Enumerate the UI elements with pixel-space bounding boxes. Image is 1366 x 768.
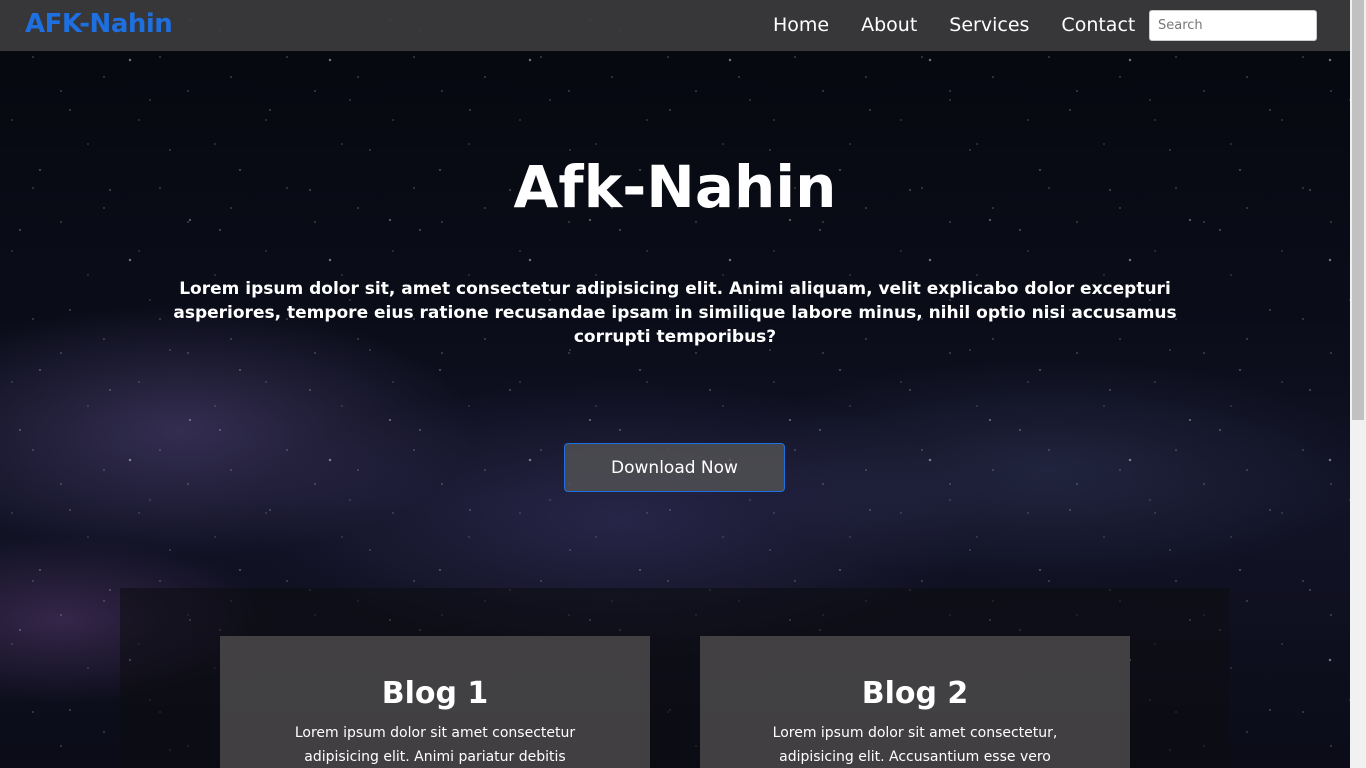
download-now-button[interactable]: Download Now bbox=[564, 443, 785, 492]
blog-card-2[interactable]: Blog 2 Lorem ipsum dolor sit amet consec… bbox=[700, 636, 1130, 768]
blog-title: Blog 2 bbox=[861, 676, 969, 711]
hero-description: Lorem ipsum dolor sit, amet consectetur … bbox=[173, 279, 1177, 347]
vertical-scrollbar[interactable] bbox=[1350, 0, 1366, 768]
nav-link-contact[interactable]: Contact bbox=[1061, 14, 1135, 36]
brand-logo[interactable]: AFK-Nahin bbox=[25, 9, 173, 39]
nav-link-home[interactable]: Home bbox=[773, 14, 829, 36]
scrollbar-thumb[interactable] bbox=[1352, 0, 1364, 420]
blog-card-1[interactable]: Blog 1 Lorem ipsum dolor sit amet consec… bbox=[220, 636, 650, 768]
navbar: AFK-Nahin Home About Services Contact bbox=[0, 0, 1350, 51]
blog-excerpt: Lorem ipsum dolor sit amet consectetur, … bbox=[772, 725, 1058, 765]
blog-title: Blog 1 bbox=[381, 676, 489, 711]
nav-link-services[interactable]: Services bbox=[949, 14, 1029, 36]
hero-title: Afk-Nahin bbox=[513, 153, 837, 221]
blog-excerpt: Lorem ipsum dolor sit amet consectetur a… bbox=[294, 725, 576, 765]
nav-link-about[interactable]: About bbox=[861, 14, 917, 36]
nav-links: Home About Services Contact bbox=[773, 14, 1167, 36]
search-input[interactable] bbox=[1149, 10, 1317, 41]
page: AFK-Nahin Home About Services Contact Af… bbox=[0, 0, 1366, 768]
